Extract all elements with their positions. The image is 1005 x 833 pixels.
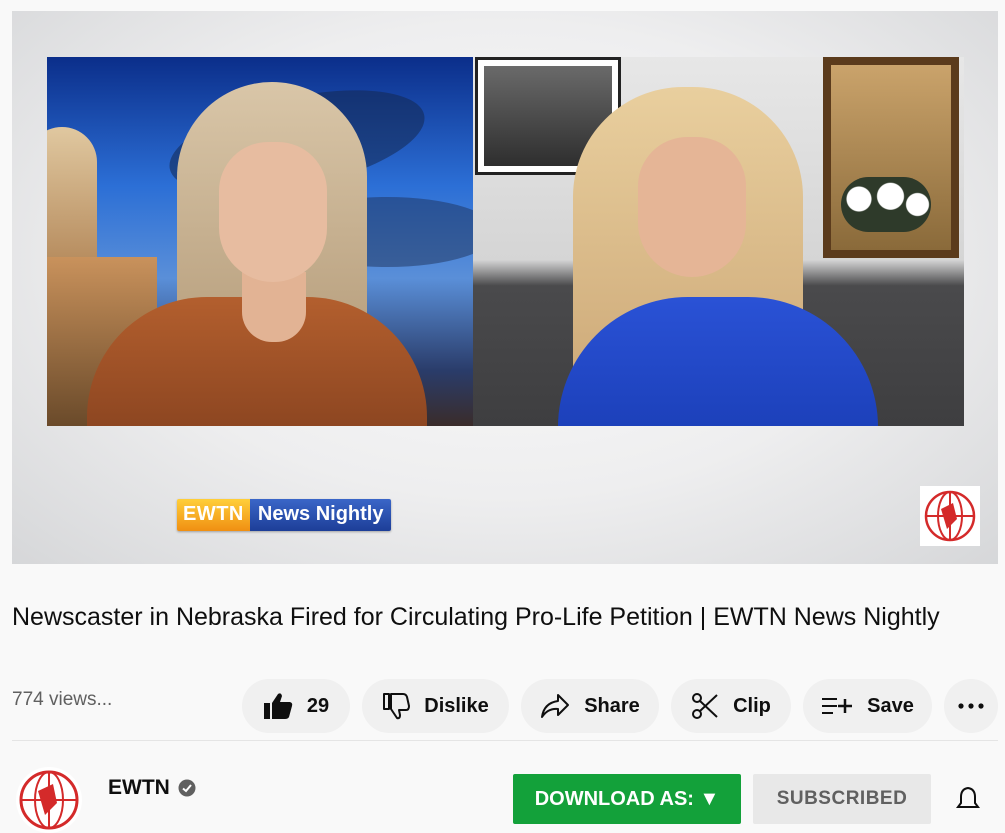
subscribed-button[interactable]: SUBSCRIBED	[753, 774, 931, 824]
more-actions-button[interactable]	[944, 679, 998, 733]
like-count: 29	[306, 694, 330, 717]
video-title: Newscaster in Nebraska Fired for Circula…	[12, 603, 940, 631]
clip-button[interactable]: Clip	[671, 679, 791, 733]
dislike-button[interactable]: Dislike	[362, 679, 509, 733]
ewtn-globe-watermark	[920, 486, 980, 546]
save-label: Save	[867, 694, 914, 717]
more-horizontal-icon	[958, 703, 984, 709]
dislike-label: Dislike	[424, 694, 489, 717]
logo-ewtn-text: EWTN	[177, 499, 250, 531]
verified-check-icon	[178, 779, 196, 797]
video-player[interactable]: EWTN News Nightly	[12, 11, 998, 564]
channel-avatar[interactable]	[16, 767, 82, 833]
news-nightly-logo: EWTN News Nightly	[177, 499, 392, 531]
notification-bell-icon[interactable]	[955, 786, 981, 817]
scissors-icon	[692, 693, 718, 719]
channel-name-text: EWTN	[108, 776, 170, 799]
share-button[interactable]: Share	[521, 679, 659, 733]
divider	[12, 740, 998, 741]
thumbs-down-icon	[383, 693, 411, 720]
video-anchor-panel	[47, 57, 473, 426]
thumbs-up-icon	[263, 693, 293, 719]
playlist-add-icon	[822, 698, 853, 714]
view-count[interactable]: 774 views...	[12, 689, 112, 711]
save-button[interactable]: Save	[803, 679, 932, 733]
clip-label: Clip	[733, 694, 771, 717]
share-arrow-icon	[541, 694, 570, 718]
like-button[interactable]: 29	[242, 679, 350, 733]
video-guest-panel	[473, 57, 964, 426]
download-as-button[interactable]: DOWNLOAD AS: ▼	[513, 774, 741, 824]
logo-news-text: News Nightly	[249, 499, 392, 531]
share-label: Share	[584, 694, 640, 717]
channel-name[interactable]: EWTN	[108, 776, 196, 800]
